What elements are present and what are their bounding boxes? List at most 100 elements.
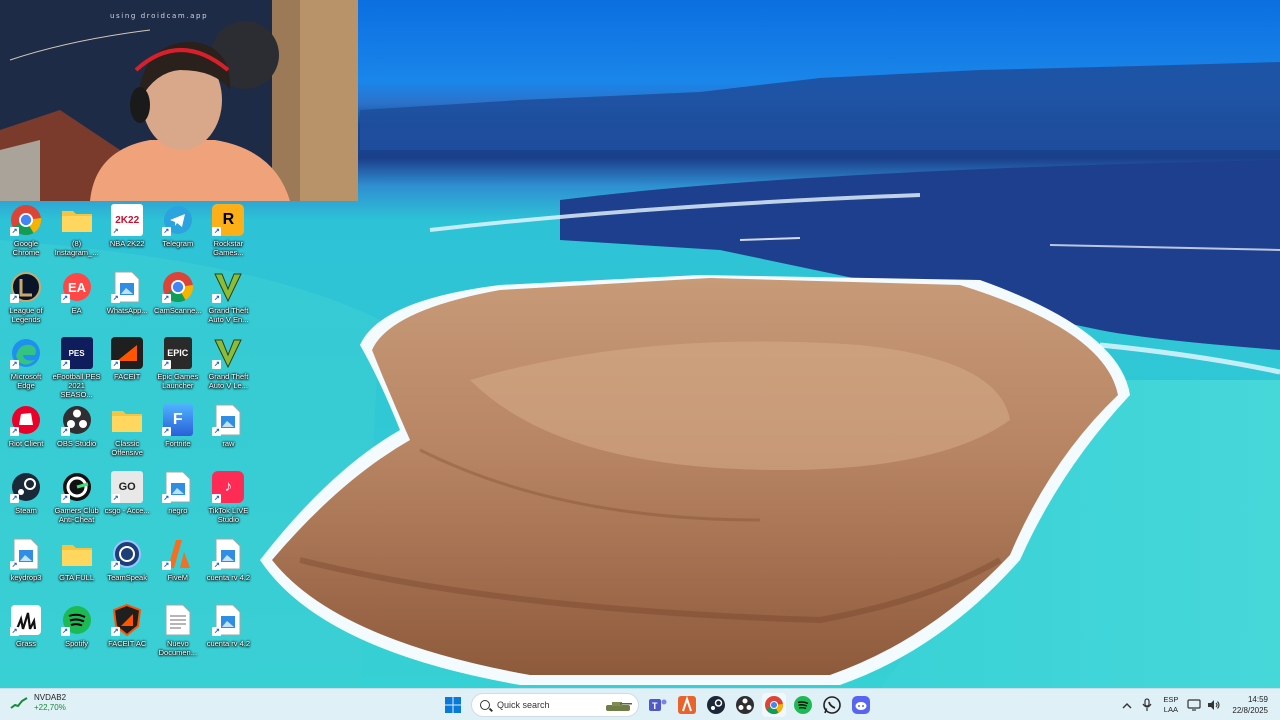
desktop-shortcut-label: Grand Theft Auto V En... [208, 305, 249, 324]
desktop-shortcut[interactable]: R ↗ Rockstar Games... [203, 204, 253, 266]
desktop-shortcut[interactable]: ↗ Google Chrome [1, 204, 51, 266]
desktop-shortcut[interactable]: ↗ keydrop3 [1, 538, 51, 600]
desktop-shortcut[interactable]: ♪ ↗ TikTok LIVE Studio [203, 470, 253, 533]
discord-icon[interactable] [849, 693, 873, 717]
desktop-shortcut-label: Epic Games Launcher [157, 372, 199, 391]
monitor-icon[interactable] [1184, 695, 1204, 715]
system-clock[interactable]: 14:59 22/8/2025 [1232, 694, 1268, 716]
desktop-shortcut[interactable]: ↗ TeamSpeak [102, 538, 152, 600]
desktop-shortcut[interactable]: (8) Instagram_... [52, 204, 102, 266]
desktop-shortcut[interactable]: ↗ League of Legends [1, 271, 51, 333]
shortcut-arrow-icon: ↗ [212, 493, 222, 503]
desktop-shortcut[interactable]: ↗ Spotify [52, 604, 102, 666]
desktop-shortcut[interactable]: ↗ Grand Theft Auto V En... [203, 271, 253, 333]
desktop-shortcut[interactable]: ↗ Riot Client [1, 404, 51, 466]
desktop-shortcut[interactable]: EA ↗ EA [52, 271, 102, 333]
desktop-shortcut[interactable]: ↗ OBS Studio [52, 404, 102, 466]
shortcut-arrow-icon: ↗ [60, 627, 70, 637]
volume-icon[interactable] [1204, 695, 1224, 715]
desktop-shortcut[interactable]: PES ↗ eFootball PES 2021 SEASO... [52, 337, 102, 399]
desktop-shortcut[interactable]: ↗ Microsoft Edge [1, 337, 51, 399]
desktop-shortcut[interactable]: ↗ Steam [1, 471, 51, 533]
shortcut-arrow-icon: ↗ [161, 427, 171, 437]
search-highlight-icon [606, 702, 632, 711]
obs-icon: ↗ [60, 404, 93, 437]
steam-icon[interactable] [704, 693, 728, 717]
desktop-shortcut-label: Telegram [162, 239, 194, 248]
chevron-up-icon[interactable] [1117, 695, 1137, 715]
edge-icon: ↗ [10, 337, 42, 370]
desktop-shortcut-label: Microsoft Edge [10, 372, 42, 391]
desktop-shortcut[interactable]: ↗ Grass [1, 604, 51, 666]
chrome-icon[interactable] [761, 693, 786, 717]
stock-widget[interactable]: NVDAB2 +22,70% [10, 693, 66, 713]
nba2k22-icon: 2K22 ↗ [111, 204, 144, 236]
image-file-icon: ↗ [212, 604, 244, 637]
desktop-shortcut-label: TikTok LIVE Studio [208, 505, 249, 524]
gta-v-icon: ↗ [212, 271, 244, 303]
shortcut-arrow-icon: ↗ [212, 427, 222, 437]
obs-icon[interactable] [733, 693, 757, 717]
faceit-ac-icon: ↗ [111, 604, 143, 637]
image-file-icon: ↗ [212, 404, 244, 437]
folder-icon [61, 538, 93, 570]
language-indicator[interactable]: ESP LAA [1163, 695, 1178, 715]
text-document-icon [162, 604, 194, 636]
shortcut-arrow-icon: ↗ [111, 227, 121, 236]
microphone-icon[interactable] [1137, 695, 1157, 715]
desktop-shortcut[interactable]: Nuevo Documen... [153, 604, 203, 666]
windows-start-icon[interactable] [441, 693, 465, 717]
desktop-shortcut[interactable]: ↗ FACEIT AC [102, 604, 152, 666]
keyboard-layout: LAA [1163, 705, 1178, 714]
teamspeak-icon: ↗ [111, 538, 143, 570]
desktop-shortcut[interactable]: ↗ cuenta rv 4.2 [203, 604, 253, 666]
desktop-shortcut-label: Classic Offensive [111, 439, 143, 458]
taskbar: NVDAB2 +22,70% Quick search T ESP LAA 14… [0, 688, 1280, 720]
chrome-icon: ↗ [10, 204, 42, 236]
desktop-shortcut[interactable]: ↗ FiveM [153, 538, 203, 600]
desktop-shortcut-label: (8) Instagram_... [54, 239, 99, 257]
shortcut-arrow-icon: ↗ [10, 493, 19, 503]
desktop-shortcut-label: FACEIT [114, 372, 141, 382]
telegram-icon: ↗ [161, 204, 194, 236]
shortcut-arrow-icon: ↗ [10, 360, 19, 370]
desktop-shortcut[interactable]: ↗ FACEIT [102, 337, 152, 399]
desktop-shortcut[interactable]: Classic Offensive [102, 404, 152, 466]
desktop-shortcut-label: Grand Theft Auto V Le... [208, 372, 249, 391]
search-placeholder: Quick search [497, 700, 550, 710]
teams-icon[interactable]: T [646, 693, 670, 717]
desktop-shortcut-label: negro [168, 505, 188, 515]
desktop-shortcut[interactable]: ↗ WhatsApp... [102, 271, 152, 333]
spotify-icon[interactable] [791, 693, 815, 717]
office-icon[interactable] [675, 693, 699, 717]
stock-change: +22,70% [34, 703, 66, 712]
desktop-shortcut[interactable]: ↗ Telegram [153, 204, 203, 266]
epic-games-icon: EPIC ↗ [161, 337, 194, 370]
faceit-icon: ↗ [111, 337, 144, 370]
image-file-icon: ↗ [161, 471, 194, 503]
desktop-shortcut[interactable]: EPIC ↗ Epic Games Launcher [153, 337, 203, 399]
desktop-shortcut[interactable]: F ↗ Fortnite [153, 404, 203, 466]
desktop-shortcut-label: OBS Studio [56, 439, 97, 449]
desktop-shortcut-label: cuenta rv 4.2 [206, 572, 251, 582]
desktop-shortcut-label: keydrop3 [10, 572, 42, 582]
desktop-shortcut[interactable]: ↗ Gamers Club Anti-Cheat [52, 471, 102, 533]
desktop-shortcut[interactable]: ↗ Grand Theft Auto V Le... [203, 337, 253, 399]
desktop-shortcut-label: Steam [15, 505, 37, 515]
desktop-shortcut[interactable]: ↗ cuenta rv 4.2 [203, 538, 253, 600]
desktop-shortcut[interactable]: GTA FULL [52, 538, 102, 600]
desktop-shortcut[interactable]: GO ↗ csgo - Acce... [102, 470, 152, 533]
clock-time: 14:59 [1247, 695, 1268, 704]
desktop-shortcut-label: CamScanne... [154, 305, 202, 315]
desktop-shortcut[interactable]: 2K22 ↗ NBA 2K22 [102, 204, 152, 266]
desktop-shortcut[interactable]: ↗ CamScanne... [153, 271, 203, 333]
desktop-shortcut-label: TeamSpeak [107, 572, 147, 582]
desktop-shortcut[interactable]: ↗ negro [153, 471, 203, 533]
search-box[interactable]: Quick search [471, 693, 639, 717]
desktop-shortcut-label: Gamers Club Anti-Cheat [54, 505, 99, 524]
desktop-shortcut-label: Grass [15, 639, 36, 649]
stock-trend-icon [10, 697, 28, 709]
shortcut-arrow-icon: ↗ [161, 227, 171, 236]
whatsapp-icon[interactable] [820, 693, 844, 717]
desktop-shortcut[interactable]: ↗ raw [203, 404, 253, 466]
